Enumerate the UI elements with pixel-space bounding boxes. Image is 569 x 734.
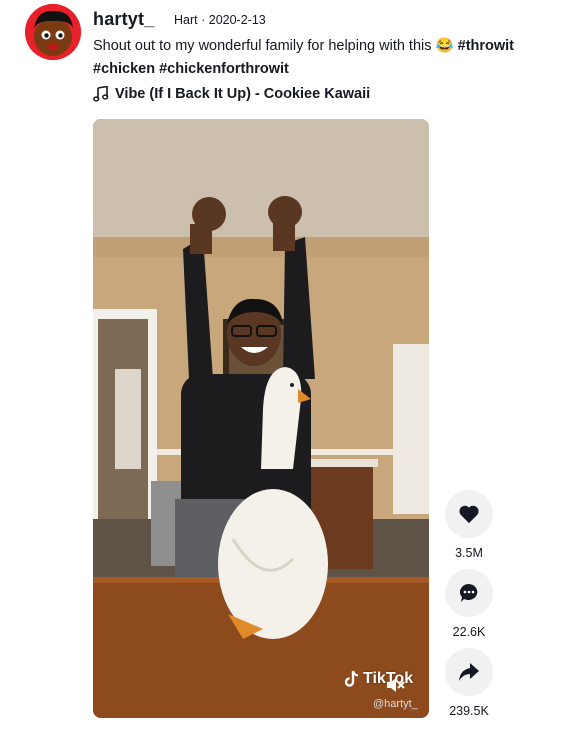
like-action: 3.5M: [444, 490, 494, 560]
meta-separator: ·: [201, 13, 209, 27]
music-note-icon: [93, 86, 109, 102]
share-action: 239.5K: [444, 648, 494, 718]
video-frame: [93, 119, 429, 718]
share-icon: [459, 663, 479, 681]
username[interactable]: hartyt_: [93, 9, 154, 30]
tiktok-logo-icon: [344, 670, 359, 687]
hashtag-throwit[interactable]: #throwit: [458, 38, 514, 54]
comment-action: 22.6K: [444, 569, 494, 639]
comment-button[interactable]: [445, 569, 493, 617]
hashtag-chickenforthrowit[interactable]: #chickenforthrowit: [159, 61, 289, 77]
avatar-image: [25, 4, 81, 60]
caption-emoji: 😂: [435, 38, 454, 54]
display-name: Hart: [174, 13, 198, 27]
comment-count: 22.6K: [452, 625, 486, 639]
video-player[interactable]: TikTok @hartyt_: [93, 119, 429, 718]
watermark-username: @hartyt_: [373, 698, 418, 710]
like-button[interactable]: [445, 490, 493, 538]
music-link[interactable]: Vibe (If I Back It Up) - Cookiee Kawaii: [93, 86, 370, 102]
caption: Shout out to my wonderful family for hel…: [93, 35, 563, 81]
hashtag-chicken[interactable]: #chicken: [93, 61, 155, 77]
share-count: 239.5K: [449, 704, 489, 718]
post-meta: Hart · 2020-2-13: [174, 13, 266, 27]
share-button[interactable]: [445, 648, 493, 696]
heart-icon: [459, 505, 479, 524]
post-date: 2020-2-13: [208, 13, 266, 27]
mute-icon: [387, 678, 405, 692]
like-count: 3.5M: [455, 546, 483, 560]
comment-icon: [460, 584, 478, 602]
mute-button[interactable]: [384, 674, 406, 696]
caption-text: Shout out to my wonderful family for hel…: [93, 38, 432, 54]
music-title: Vibe (If I Back It Up) - Cookiee Kawaii: [115, 86, 371, 102]
avatar[interactable]: [25, 4, 81, 60]
